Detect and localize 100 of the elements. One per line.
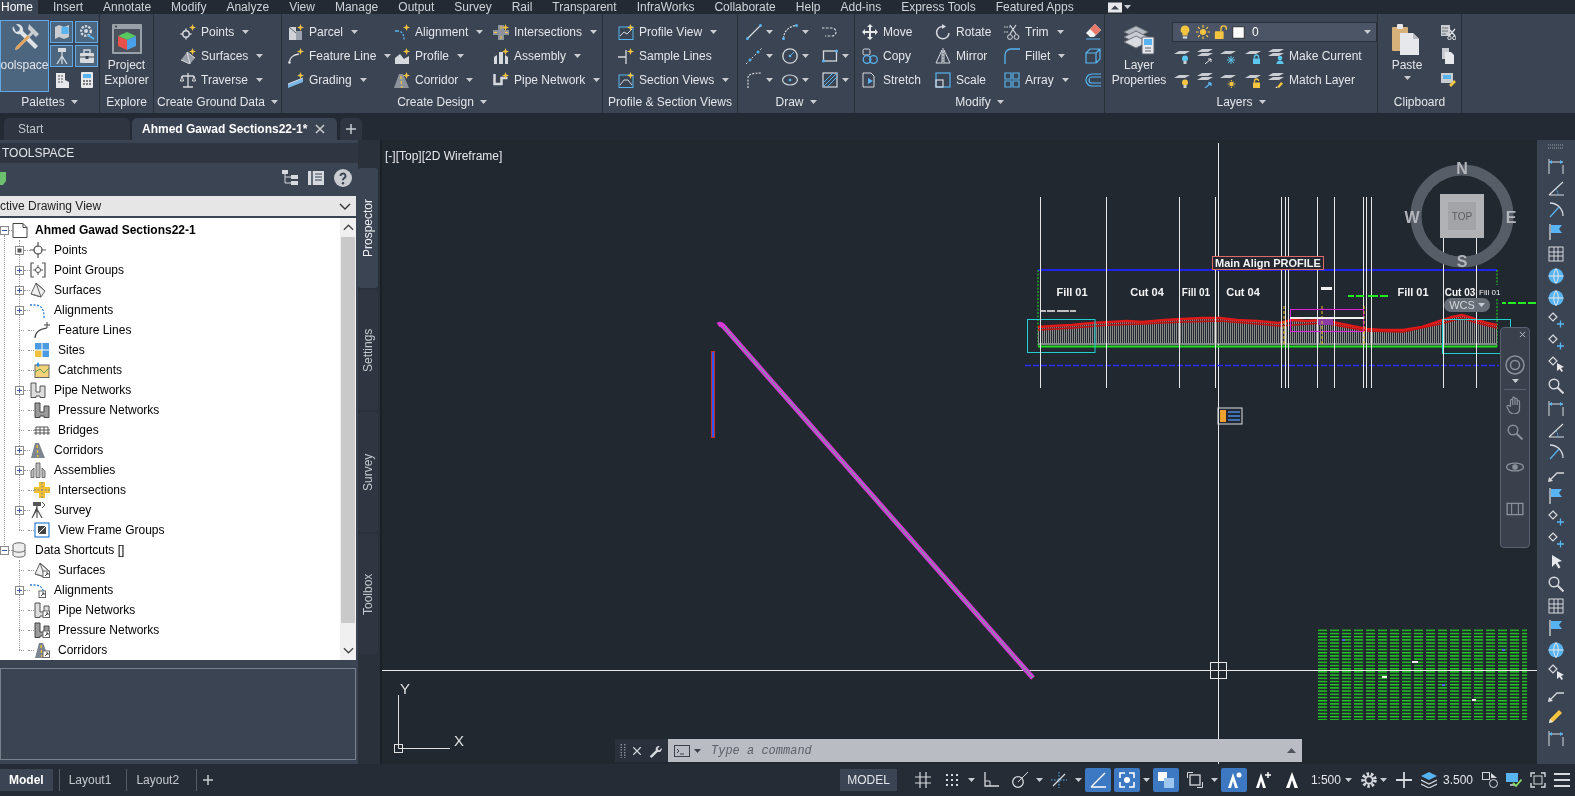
close-icon[interactable]: [1519, 331, 1526, 338]
tree-item[interactable]: Intersections: [58, 484, 127, 496]
ribbon-tool-button[interactable]: [1083, 45, 1103, 67]
flag-icon[interactable]: [1548, 620, 1564, 636]
status-toggle[interactable]: [1084, 768, 1111, 792]
layout-tab[interactable]: Layout1: [58, 769, 121, 791]
terminal-icon[interactable]: [674, 744, 690, 757]
tree-view-icon[interactable]: [282, 170, 298, 186]
tree-item[interactable]: View Frame Groups: [58, 524, 165, 536]
ribbon-button[interactable]: Copy: [861, 44, 912, 68]
grip-icon[interactable]: [1548, 144, 1564, 149]
tree-item[interactable]: Alignments: [54, 304, 114, 316]
ribbon-button[interactable]: Section Views: [617, 68, 731, 92]
tree-item[interactable]: Assemblies: [54, 464, 116, 476]
ribbon-tab[interactable]: Rail: [501, 0, 543, 14]
ring-icon[interactable]: [1505, 355, 1525, 375]
collapse-icon[interactable]: [0, 225, 9, 235]
caret-icon[interactable]: [967, 778, 975, 782]
document-tab[interactable]: Start: [4, 118, 130, 140]
expand-icon[interactable]: [15, 445, 24, 455]
ribbon-tab[interactable]: Output: [388, 0, 445, 14]
ribbon-button[interactable]: Rotate: [934, 20, 993, 44]
angle-icon[interactable]: [1548, 180, 1564, 196]
ribbon-large-button[interactable]: Project Explorer: [99, 20, 154, 92]
panel-title[interactable]: Create Ground Data: [156, 96, 279, 108]
ribbon-tab[interactable]: InfraWorks: [626, 0, 705, 14]
node-icon[interactable]: [1548, 312, 1564, 328]
ribbon-tab[interactable]: Help: [785, 0, 831, 14]
flag-icon[interactable]: [1548, 488, 1564, 504]
globe-icon[interactable]: [1548, 268, 1564, 284]
tree-item[interactable]: Ahmed Gawad Sections22-1: [35, 224, 196, 236]
ribbon-tool-button[interactable]: [1083, 21, 1103, 43]
panel-title[interactable]: Draw: [775, 96, 817, 108]
ribbon-tool-button[interactable]: [780, 21, 811, 43]
ribbon-tab[interactable]: Express Tools: [891, 0, 986, 14]
node-cursor-icon[interactable]: [1548, 664, 1564, 680]
ribbon-button[interactable]: Mirror: [934, 44, 989, 68]
ribbon-tab[interactable]: Transparent: [542, 0, 627, 14]
caret-icon[interactable]: [1142, 778, 1150, 782]
viewport-menu[interactable]: [-]: [385, 150, 396, 162]
square-toggle-icon[interactable]: [15, 245, 24, 255]
ribbon-button[interactable]: Match Layer: [1267, 68, 1357, 92]
wrench-icon[interactable]: [648, 743, 662, 758]
panel-title[interactable]: Layers: [1216, 96, 1266, 108]
chevron-up-icon[interactable]: [342, 224, 354, 231]
side-tab[interactable]: Toolbox: [358, 534, 378, 654]
ribbon-tab[interactable]: Modify: [161, 0, 217, 14]
panel-title[interactable]: Modify: [955, 96, 1004, 108]
ribbon-tool-button[interactable]: [744, 21, 775, 43]
ribbon-tab[interactable]: Analyze: [216, 0, 280, 14]
scrollbar[interactable]: [340, 218, 356, 660]
wcs-menu[interactable]: WCS: [1444, 298, 1490, 312]
ribbon-large-button[interactable]: oolspace: [0, 20, 49, 92]
node-cursor-icon[interactable]: [1548, 356, 1564, 372]
tree-item[interactable]: Surfaces: [58, 564, 106, 576]
panel-title[interactable]: Create Design: [397, 96, 487, 108]
tree-item[interactable]: Feature Lines: [58, 324, 132, 336]
expand-icon[interactable]: [15, 585, 24, 595]
ribbon-tab[interactable]: Collaborate: [704, 0, 786, 14]
layout-tab[interactable]: Model: [0, 769, 53, 791]
ribbon-button[interactable]: Alignment: [393, 20, 485, 44]
fullscreen-icon[interactable]: [1530, 772, 1546, 788]
chevron-down-icon[interactable]: [342, 647, 354, 654]
model-space-button[interactable]: MODEL: [840, 769, 897, 791]
workspace-button[interactable]: 3.500: [1417, 768, 1476, 792]
magnifier-icon[interactable]: [1548, 576, 1564, 592]
ribbon-tool-button[interactable]: [50, 21, 73, 43]
node-icon[interactable]: [1548, 532, 1564, 548]
ribbon-button[interactable]: Trim: [1003, 20, 1065, 44]
layer-dropdown[interactable]: 0: [1172, 22, 1377, 42]
ribbon-large-button[interactable]: Paste: [1390, 20, 1424, 92]
ribbon-tab[interactable]: Add-ins: [830, 0, 892, 14]
ribbon-button[interactable]: Array: [1003, 68, 1070, 92]
ribbon-button[interactable]: Parcel: [287, 20, 359, 44]
caret-icon[interactable]: [1035, 778, 1043, 782]
tree-item[interactable]: Catchments: [58, 364, 123, 376]
ribbon-tab[interactable]: Survey: [444, 0, 502, 14]
ribbon-tool-button[interactable]: [780, 45, 811, 67]
tree-item[interactable]: Surfaces: [54, 284, 102, 296]
film-icon[interactable]: [1506, 500, 1524, 518]
tree-item[interactable]: Pipe Networks: [54, 384, 132, 396]
ribbon-button[interactable]: Traverse: [179, 68, 264, 92]
ribbon-tab[interactable]: Featured Apps: [985, 0, 1084, 14]
monitor-check-icon[interactable]: [1506, 772, 1522, 788]
tree-item[interactable]: Pressure Networks: [58, 404, 160, 416]
tree-item[interactable]: Survey: [54, 504, 92, 516]
globe-icon[interactable]: [1548, 290, 1564, 306]
ribbon-tab[interactable]: Insert: [43, 0, 94, 14]
ribbon-tab[interactable]: Manage: [324, 0, 389, 14]
tree-item[interactable]: Pipe Networks: [58, 604, 136, 616]
ribbon-toggle-button[interactable]: [1105, 0, 1133, 14]
table-icon[interactable]: [1548, 598, 1564, 614]
document-tab[interactable]: Ahmed Gawad Sections22-1*: [132, 118, 337, 140]
ribbon-button[interactable]: Surfaces: [179, 44, 265, 68]
table-icon[interactable]: [1548, 246, 1564, 262]
menu-icon[interactable]: [1554, 772, 1570, 788]
ribbon-tab[interactable]: View: [279, 0, 325, 14]
collapse-icon[interactable]: [0, 545, 9, 555]
ribbon-button[interactable]: Stretch: [861, 68, 922, 92]
grip-icon[interactable]: [620, 743, 626, 758]
